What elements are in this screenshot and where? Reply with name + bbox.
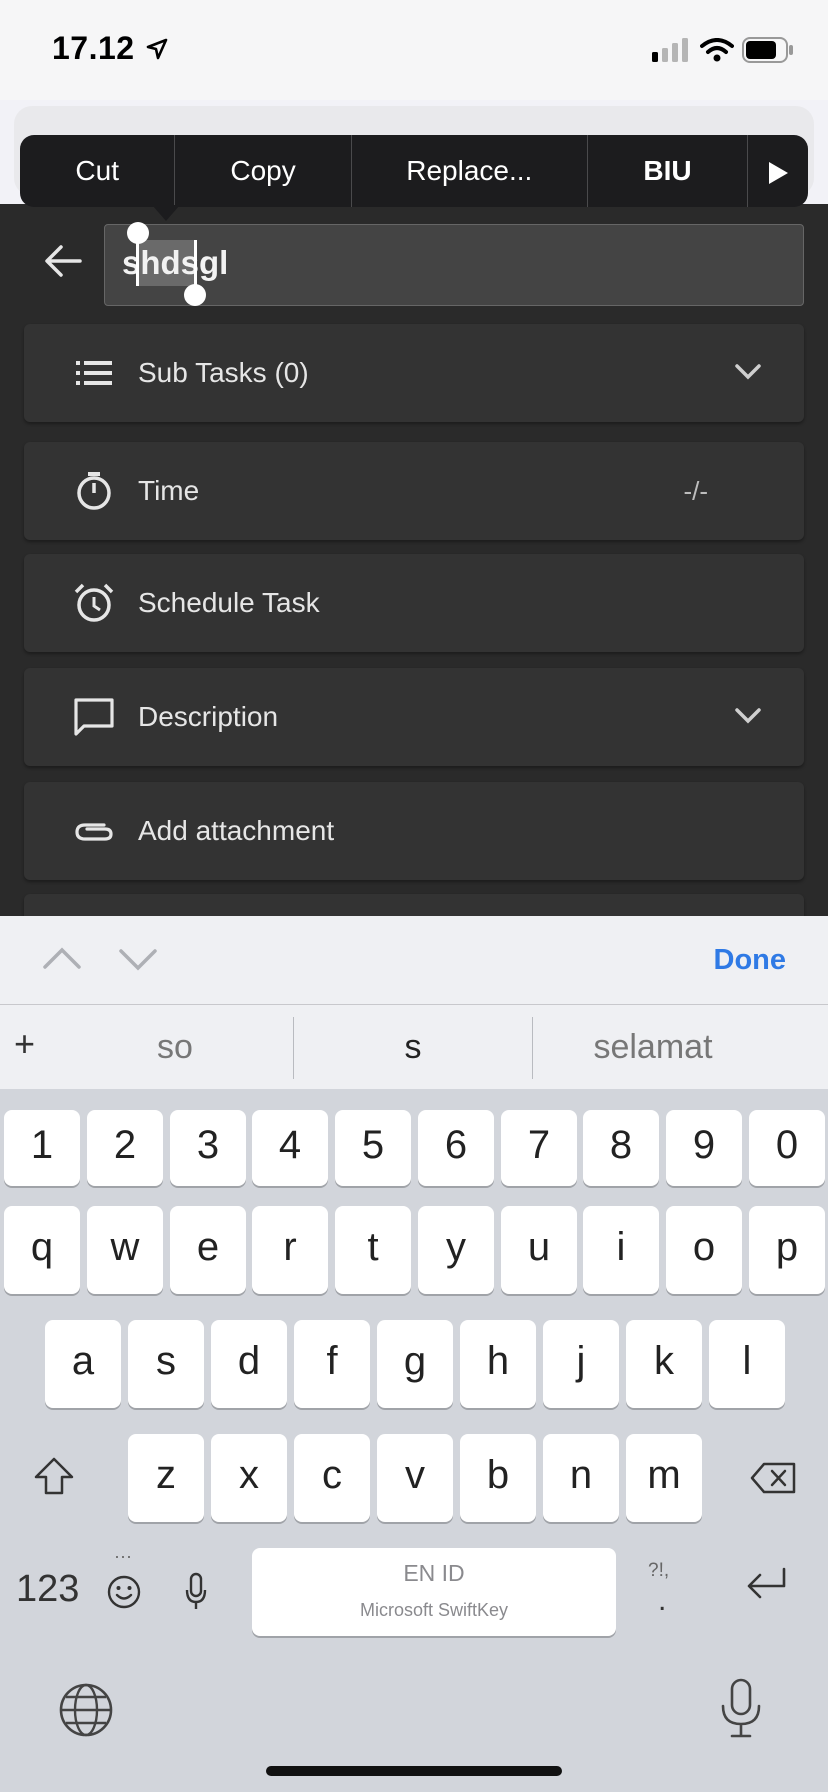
space-bar[interactable]: EN ID Microsoft SwiftKey (252, 1548, 616, 1636)
key-p[interactable]: p (749, 1206, 825, 1294)
suggestion-3[interactable]: selamat (533, 1005, 773, 1089)
paperclip-icon (75, 823, 113, 841)
suggestion-bar: + so s selamat (0, 1005, 828, 1089)
key-x[interactable]: x (211, 1434, 287, 1522)
space-language: EN ID (403, 1560, 465, 1586)
alarm-icon (74, 583, 114, 622)
key-u[interactable]: u (501, 1206, 577, 1294)
key-c[interactable]: c (294, 1434, 370, 1522)
replace-button[interactable]: Replace... (352, 135, 588, 207)
chevron-up-icon[interactable] (42, 946, 82, 970)
key-7[interactable]: 7 (501, 1110, 577, 1186)
shift-icon[interactable] (32, 1456, 76, 1496)
key-h[interactable]: h (460, 1320, 536, 1408)
suggestion-2[interactable]: s (294, 1005, 532, 1089)
time-value: -/- (683, 476, 708, 506)
stopwatch-icon (77, 472, 111, 510)
key-3[interactable]: 3 (170, 1110, 246, 1186)
key-z[interactable]: z (128, 1434, 204, 1522)
key-a[interactable]: a (45, 1320, 121, 1408)
card-description[interactable]: Description (24, 668, 804, 766)
globe-icon[interactable] (58, 1682, 114, 1738)
key-v[interactable]: v (377, 1434, 453, 1522)
format-biu-button[interactable]: BIU (588, 135, 749, 207)
key-n[interactable]: n (543, 1434, 619, 1522)
key-r[interactable]: r (252, 1206, 328, 1294)
schedule-task-label: Schedule Task (138, 587, 320, 618)
menu-more-button[interactable] (748, 135, 808, 207)
card-time[interactable]: Time -/- (24, 442, 804, 540)
home-indicator (266, 1766, 562, 1776)
description-label: Description (138, 701, 279, 732)
suggestion-1[interactable]: so (60, 1005, 290, 1089)
key-g[interactable]: g (377, 1320, 453, 1408)
comment-icon (74, 698, 114, 736)
plus-icon[interactable]: + (14, 1023, 35, 1065)
period-glyph: . (658, 1584, 667, 1617)
key-2[interactable]: 2 (87, 1110, 163, 1186)
key-b[interactable]: b (460, 1434, 536, 1522)
key-9[interactable]: 9 (666, 1110, 742, 1186)
key-y[interactable]: y (418, 1206, 494, 1294)
microphone-icon[interactable] (718, 1678, 764, 1740)
location-arrow-icon (146, 38, 168, 60)
format-biu-label: BIU (643, 155, 692, 186)
key-0[interactable]: 0 (749, 1110, 825, 1186)
add-attachment-label: Add attachment (138, 815, 335, 846)
card-add-attachment[interactable]: Add attachment (24, 782, 804, 880)
list-icon (76, 361, 112, 385)
play-arrow-icon (769, 161, 789, 184)
dictation-icon[interactable] (184, 1572, 208, 1612)
sub-tasks-label: Sub Tasks (0) (138, 357, 309, 388)
chevron-down-icon[interactable] (734, 706, 762, 726)
copy-button[interactable]: Copy (175, 135, 352, 207)
key-6[interactable]: 6 (418, 1110, 494, 1186)
key-j[interactable]: j (543, 1320, 619, 1408)
key-5[interactable]: 5 (335, 1110, 411, 1186)
key-o[interactable]: o (666, 1206, 742, 1294)
key-l[interactable]: l (709, 1320, 785, 1408)
chevron-down-icon[interactable] (734, 362, 762, 382)
selection-start-handle[interactable] (127, 222, 149, 244)
signal-icon (652, 38, 688, 62)
task-detail-screen: Sub Tasks (0) Time -/- Schedule Task Des… (0, 204, 828, 924)
wifi-icon (700, 38, 734, 62)
key-1[interactable]: 1 (4, 1110, 80, 1186)
key-q[interactable]: q (4, 1206, 80, 1294)
punctuation-key[interactable]: ?!, (648, 1560, 669, 1582)
key-t[interactable]: t (335, 1206, 411, 1294)
space-brand: Microsoft SwiftKey (359, 1600, 509, 1620)
key-w[interactable]: w (87, 1206, 163, 1294)
numbers-key[interactable]: 123 (16, 1568, 79, 1611)
key-m[interactable]: m (626, 1434, 702, 1522)
back-arrow-icon[interactable] (44, 244, 82, 278)
key-4[interactable]: 4 (252, 1110, 328, 1186)
key-s[interactable]: s (128, 1320, 204, 1408)
keyboard-accessory-bar: Done (0, 916, 828, 1005)
chevron-down-icon[interactable] (118, 948, 158, 972)
cut-button[interactable]: Cut (20, 135, 176, 207)
key-e[interactable]: e (170, 1206, 246, 1294)
done-button[interactable]: Done (714, 916, 787, 1004)
status-time: 17.12 (52, 30, 135, 66)
key-f[interactable]: f (294, 1320, 370, 1408)
emoji-dots: ··· (114, 1546, 132, 1566)
text-edit-menu: Cut Copy Replace... BIU (20, 135, 808, 207)
card-sub-tasks[interactable]: Sub Tasks (0) (24, 324, 804, 422)
time-label: Time (138, 475, 200, 506)
selection-end-handle[interactable] (184, 284, 206, 306)
return-icon[interactable] (744, 1566, 788, 1602)
card-schedule-task[interactable]: Schedule Task (24, 554, 804, 652)
menu-pointer (152, 205, 180, 221)
emoji-icon[interactable] (106, 1574, 142, 1610)
battery-icon (742, 37, 793, 63)
key-d[interactable]: d (211, 1320, 287, 1408)
key-k[interactable]: k (626, 1320, 702, 1408)
key-8[interactable]: 8 (583, 1110, 659, 1186)
key-i[interactable]: i (583, 1206, 659, 1294)
backspace-icon[interactable] (750, 1462, 796, 1494)
